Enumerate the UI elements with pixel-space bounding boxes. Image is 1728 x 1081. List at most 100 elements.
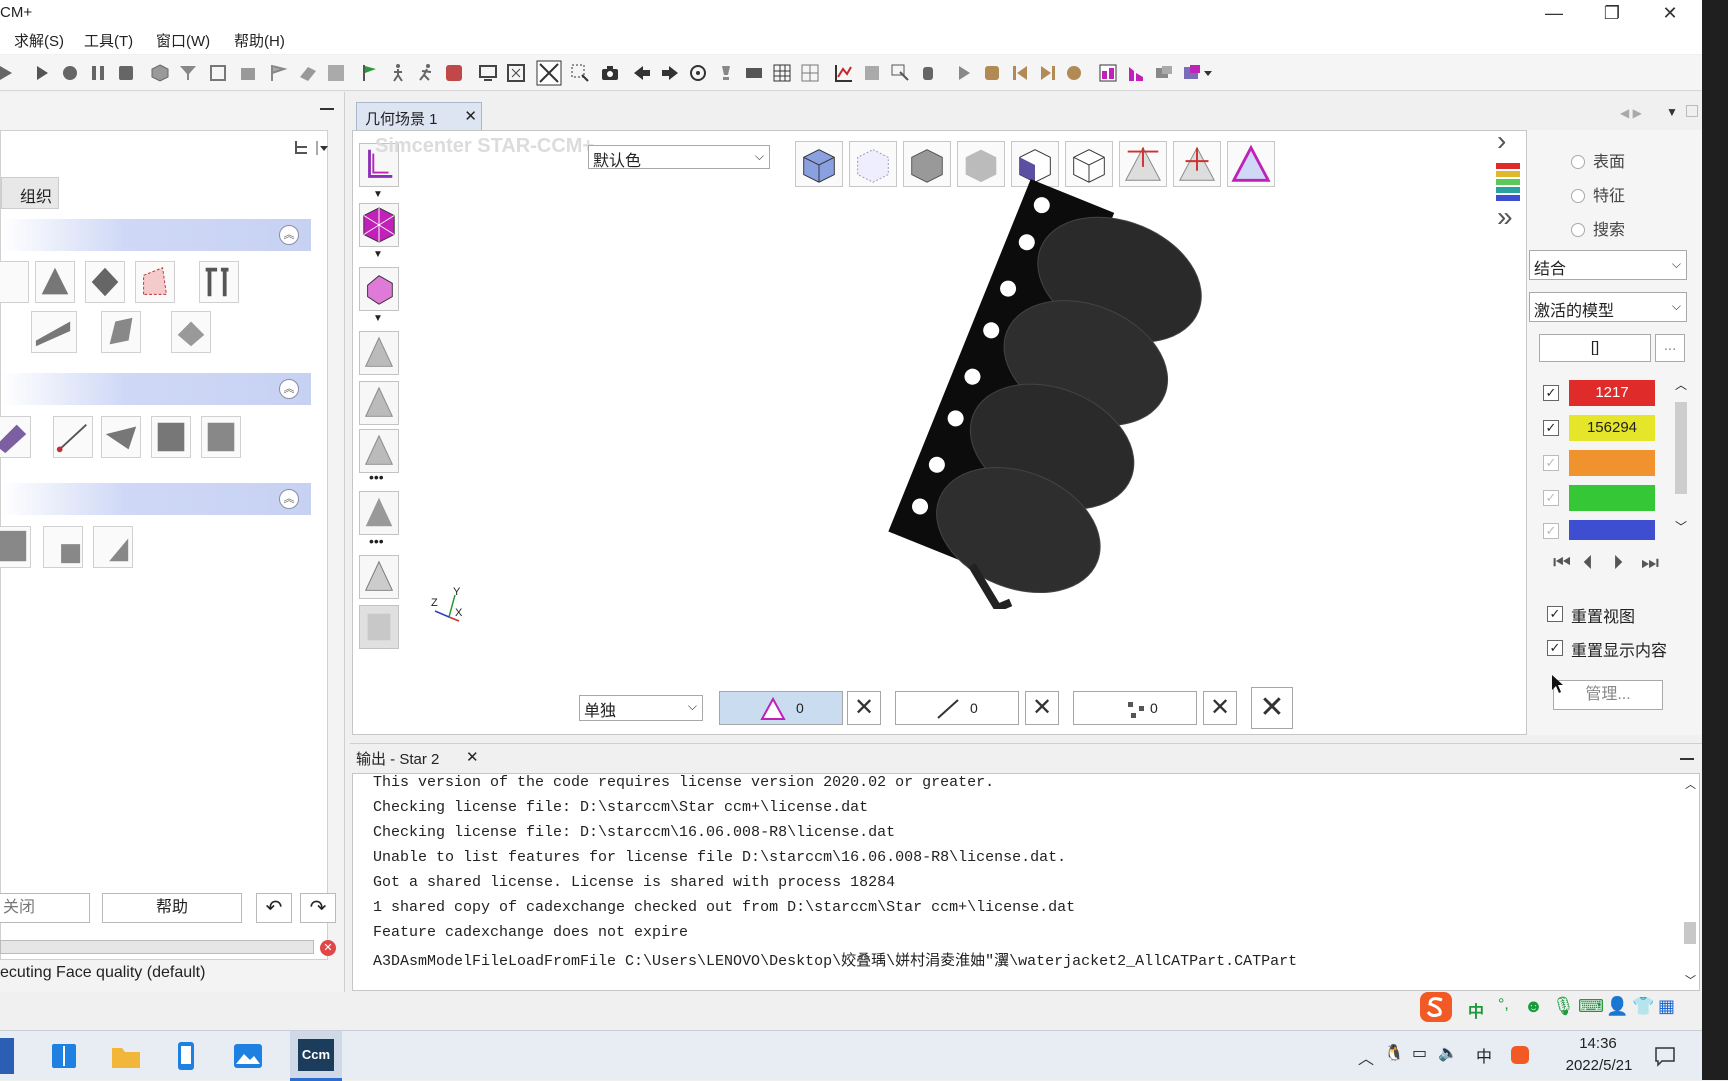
last-frame-icon[interactable]: ⏭ — [1641, 552, 1659, 575]
tray-sogou-icon[interactable] — [1510, 1045, 1530, 1065]
radio-surface[interactable]: 表面 — [1571, 148, 1625, 172]
section-header-2[interactable]: ︽ — [1, 373, 311, 405]
geometry-dropdown-icon[interactable]: ▼ — [373, 249, 383, 260]
swatch-checkbox-2[interactable]: ✓ — [1543, 420, 1559, 436]
swatch-checkbox-5[interactable]: ✓ — [1543, 523, 1559, 539]
panel-icon[interactable] — [744, 63, 764, 83]
ime-apps-icon[interactable]: ▦ — [1658, 996, 1675, 1017]
ime-user-icon[interactable]: 👤 — [1606, 996, 1628, 1017]
expand-arrow-icon[interactable]: › — [1497, 125, 1506, 157]
tray-lang[interactable]: 中 — [1476, 1043, 1492, 1067]
output-scroll-thumb[interactable] — [1684, 922, 1696, 944]
extrude-icon[interactable] — [101, 311, 141, 353]
first-frame-icon[interactable]: ⏮ — [1553, 552, 1571, 575]
restore-button[interactable]: ❐ — [1584, 0, 1640, 27]
solid-cube-blue-icon[interactable] — [795, 141, 843, 187]
collapse-icon-2[interactable]: ︽ — [279, 379, 299, 399]
collapse-icon-3[interactable]: ︽ — [279, 489, 299, 509]
triangle-tool-icon[interactable] — [35, 261, 75, 303]
runner-icon[interactable] — [416, 63, 436, 83]
swatch-scrollbar[interactable]: ︿ ﹀ — [1673, 378, 1689, 540]
output-scrollbar[interactable]: ︿ ﹀ — [1681, 774, 1699, 990]
scene-viewport[interactable]: ▼ ▼ ▼ ••• ••• Simcenter STAR-CCM+ 默认色 ⌵ — [352, 125, 1527, 735]
more-tools-icon[interactable]: ••• — [369, 469, 384, 485]
tray-qq-icon[interactable]: 🐧 — [1384, 1043, 1404, 1063]
scene-swap-icon[interactable] — [1154, 63, 1174, 83]
flag-gray-icon[interactable] — [268, 63, 288, 83]
tree-icon[interactable] — [293, 139, 311, 157]
split-icon[interactable] — [238, 63, 258, 83]
tray-expand-icon[interactable]: ︿ — [1358, 1045, 1374, 1069]
stop-brown-icon[interactable] — [982, 63, 1002, 83]
tools-icon[interactable] — [199, 261, 239, 303]
output-scroll-down-icon[interactable]: ﹀ — [1685, 972, 1696, 988]
section-header-1[interactable]: ︽ — [1, 219, 311, 251]
swatch-3[interactable] — [1569, 450, 1655, 476]
scroll-down-icon[interactable]: ﹀ — [1675, 518, 1687, 535]
swatch-checkbox-1[interactable]: ✓ — [1543, 385, 1559, 401]
mesh-tri-icon-2[interactable] — [359, 381, 399, 425]
forward-arrow-icon[interactable] — [660, 63, 680, 83]
book-app-icon[interactable] — [44, 1038, 84, 1074]
tree-dropdown-icon[interactable] — [315, 139, 329, 157]
magenta-bars-icon[interactable] — [1126, 63, 1146, 83]
grid-block-icon[interactable] — [326, 63, 346, 83]
ime-punct-icon[interactable]: °, — [1498, 996, 1509, 1014]
face-filter-button[interactable]: 0 — [719, 691, 843, 725]
merge-surface-icon[interactable] — [93, 526, 133, 568]
help-button[interactable]: 帮助 — [102, 893, 242, 923]
scene-nav-arrows[interactable]: ◀ ▶ — [1620, 106, 1642, 120]
tab-geometry-scene[interactable]: 几何场景 1 ✕ — [356, 102, 482, 130]
step-back-icon[interactable] — [1010, 63, 1030, 83]
swatch-5[interactable] — [1569, 520, 1655, 540]
scene-dropdown-icon[interactable] — [1182, 63, 1214, 83]
scroll-thumb[interactable] — [1675, 402, 1687, 494]
clear-vertices-button[interactable]: ✕ — [1203, 691, 1237, 725]
block-alt-icon[interactable] — [201, 416, 241, 458]
file-explorer-icon[interactable] — [106, 1038, 146, 1074]
ime-skin-icon[interactable]: 👕 — [1632, 996, 1654, 1017]
mesh-tri-icon-3[interactable] — [359, 429, 399, 473]
output-console[interactable]: This version of the code requires licens… — [352, 773, 1700, 991]
cancel-progress-icon[interactable]: ✕ — [320, 940, 336, 956]
flag-green-icon[interactable] — [360, 63, 380, 83]
combine-select[interactable]: 结合 ⌵ — [1529, 250, 1687, 280]
axis-dropdown-icon[interactable]: ▼ — [373, 189, 383, 200]
table-icon[interactable] — [772, 63, 792, 83]
more-tools-icon-2[interactable]: ••• — [369, 533, 384, 549]
diamond-tool-icon[interactable] — [85, 261, 125, 303]
tray-battery-icon[interactable]: ▭ — [1412, 1043, 1427, 1063]
hand-icon[interactable] — [918, 63, 938, 83]
swatch-1[interactable]: 1217 — [1569, 380, 1655, 406]
edge-filter-button[interactable]: 0 — [895, 691, 1019, 725]
close-output-tab-icon[interactable]: ✕ — [466, 748, 479, 766]
select-arrow-icon[interactable] — [890, 63, 910, 83]
crop-icon[interactable] — [208, 63, 228, 83]
magenta-chart-icon[interactable] — [1098, 63, 1118, 83]
surface-dropdown-icon[interactable]: ▼ — [373, 313, 383, 324]
phone-app-icon[interactable] — [166, 1038, 206, 1074]
photos-app-icon[interactable] — [228, 1038, 268, 1074]
plane-icon[interactable] — [298, 63, 318, 83]
scroll-up-icon[interactable]: ︿ — [1675, 376, 1687, 393]
radio-search[interactable]: 搜索 — [1571, 216, 1625, 240]
output-tab-label[interactable]: 输出 - Star 2 — [356, 748, 439, 769]
split-surface-icon[interactable] — [43, 526, 83, 568]
geometry-display-icon[interactable] — [359, 203, 399, 247]
fit-icon[interactable] — [506, 63, 526, 83]
word-app-icon[interactable] — [0, 1038, 14, 1074]
starccm-taskbar-button[interactable]: Ccm — [290, 1031, 342, 1081]
reset-content-checkbox[interactable]: ✓ — [1547, 640, 1563, 656]
minimize-button[interactable]: — — [1526, 0, 1582, 27]
mesh-tri-icon-1[interactable] — [359, 331, 399, 375]
menu-help[interactable]: 帮助(H) — [234, 30, 285, 51]
menu-window[interactable]: 窗口(W) — [156, 30, 210, 51]
disabled-tool-icon[interactable] — [359, 605, 399, 649]
play-partial-icon[interactable] — [0, 63, 20, 83]
ime-keyboard-icon[interactable]: ⌨ — [1578, 996, 1604, 1017]
part-icon[interactable] — [0, 416, 31, 458]
surface-fold-icon[interactable] — [31, 311, 77, 353]
close-window-button[interactable]: ✕ — [1642, 0, 1698, 27]
ime-emoji-icon[interactable]: ☻ — [1524, 996, 1543, 1017]
filter-icon[interactable] — [178, 63, 198, 83]
